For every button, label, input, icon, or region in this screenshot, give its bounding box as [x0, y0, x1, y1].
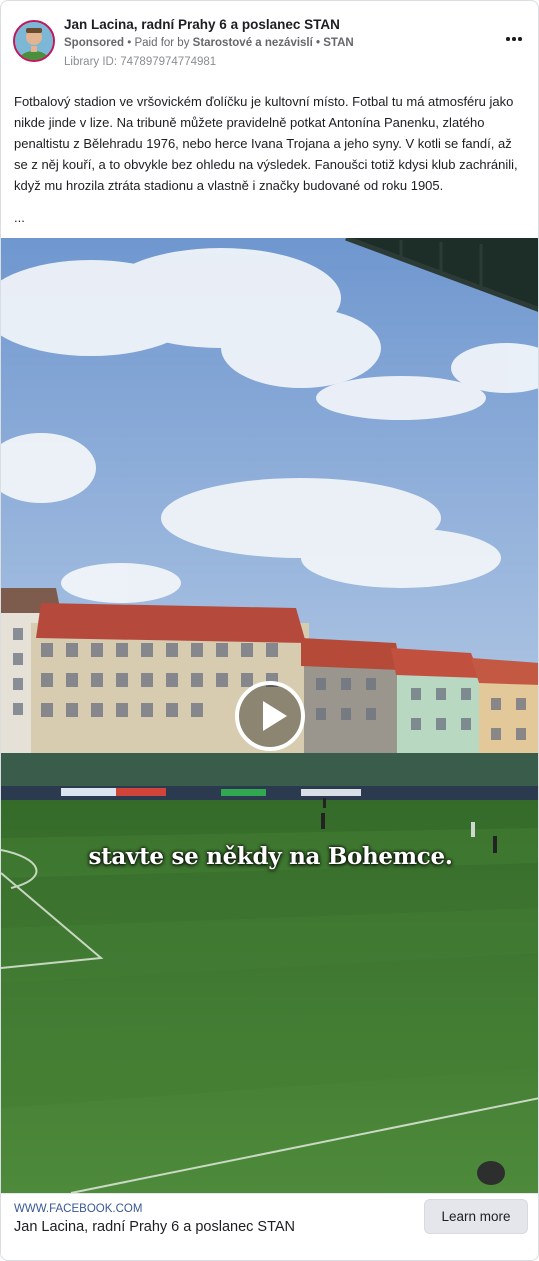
- play-icon[interactable]: [235, 681, 305, 751]
- post-text: Fotbalový stadion ve vršovickém ďolíčku …: [14, 94, 518, 193]
- crowd-stand: [1, 753, 538, 788]
- video-caption: stavte se někdy na Bohemce.: [88, 843, 453, 870]
- video-thumbnail[interactable]: stavte se někdy na Bohemce.: [1, 238, 538, 1193]
- payer-name[interactable]: Starostové a nezávislí • STAN: [193, 37, 354, 49]
- camera-shape: [477, 1161, 505, 1185]
- ad-header: Jan Lacina, radní Prahy 6 a poslanec STA…: [13, 17, 528, 73]
- more-options-icon[interactable]: [502, 30, 526, 48]
- ad-card: Jan Lacina, radní Prahy 6 a poslanec STA…: [0, 0, 539, 1261]
- see-more-ellipsis[interactable]: ...: [14, 210, 25, 225]
- advertiser-avatar[interactable]: [13, 20, 55, 62]
- advertiser-name[interactable]: Jan Lacina, radní Prahy 6 a poslanec STA…: [64, 17, 340, 32]
- link-title[interactable]: Jan Lacina, radní Prahy 6 a poslanec STA…: [14, 1219, 295, 1235]
- library-id: Library ID: 747897974774981: [64, 56, 217, 68]
- sponsored-label: Sponsored: [64, 37, 125, 49]
- ad-footer[interactable]: WWW.FACEBOOK.COM Jan Lacina, radní Prahy…: [1, 1193, 538, 1260]
- paid-for-prefix: • Paid for by: [124, 37, 193, 49]
- link-domain: WWW.FACEBOOK.COM: [14, 1203, 143, 1215]
- learn-more-button[interactable]: Learn more: [424, 1199, 528, 1234]
- sponsored-meta: Sponsored • Paid for by Starostové a nez…: [64, 37, 354, 49]
